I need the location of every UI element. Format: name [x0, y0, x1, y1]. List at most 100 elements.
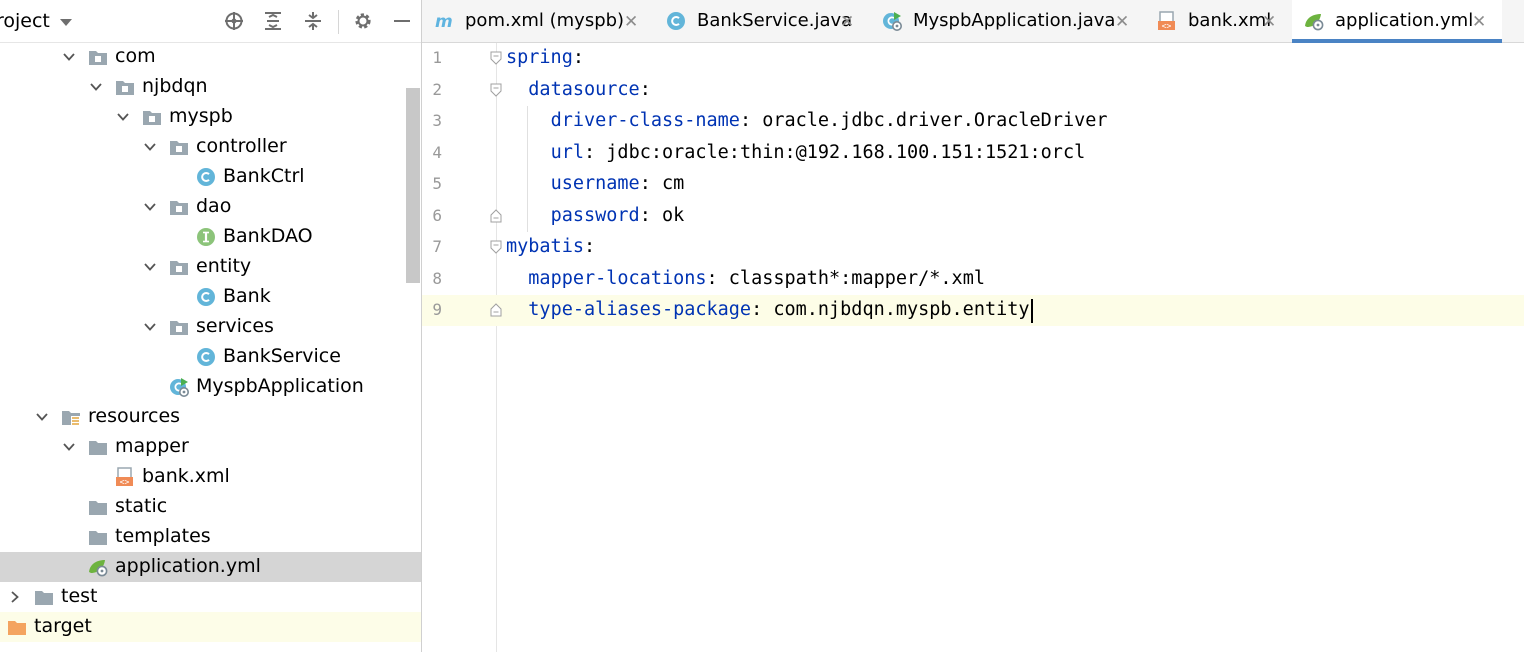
chevron-down-icon[interactable] — [144, 141, 156, 153]
code-line[interactable]: 7 mybatis: — [422, 232, 1524, 263]
tree-item-entity[interactable]: entity — [0, 252, 421, 282]
yaml-key: url — [550, 141, 585, 163]
line-number: 8 — [432, 268, 442, 288]
tree-item-services[interactable]: services — [0, 312, 421, 342]
tree-item-test[interactable]: test — [0, 582, 421, 612]
maven-icon: m — [435, 12, 453, 31]
tree-item-target[interactable]: target — [0, 612, 421, 642]
tab-bankservice-java[interactable]: BankService.java ✕ — [654, 0, 870, 42]
spring-class-icon — [883, 12, 902, 31]
fold-end-icon[interactable] — [490, 303, 502, 317]
tab-application-yml[interactable]: application.yml ✕ — [1292, 0, 1502, 43]
xml-icon: <> — [1158, 11, 1175, 31]
line-number: 9 — [432, 300, 442, 319]
tree-item-bankctrl[interactable]: BankCtrl — [0, 162, 421, 192]
code-editor[interactable]: 1 spring: 2 datasource: 3 driver-class-name: … — [422, 43, 1524, 652]
tab-myspbapplication-java[interactable]: MyspbApplication.java ✕ — [870, 0, 1145, 42]
fold-end-icon[interactable] — [490, 208, 502, 223]
chevron-down-icon[interactable] — [144, 201, 156, 213]
tree-item-bankdao[interactable]: BankDAO — [0, 222, 421, 252]
tree-item-com[interactable]: com — [0, 42, 421, 72]
chevron-down-icon[interactable] — [117, 111, 129, 123]
yaml-separator: : — [572, 47, 584, 68]
chevron-down-icon[interactable] — [144, 261, 156, 273]
code-line[interactable]: 6 password: ok — [422, 201, 1524, 232]
tree-item-bankservice[interactable]: BankService — [0, 342, 421, 372]
spring-class-icon — [170, 378, 189, 397]
chevron-down-icon[interactable] — [63, 51, 75, 63]
collapse-all-icon[interactable] — [303, 11, 323, 31]
tree-item-bank[interactable]: Bank — [0, 282, 421, 312]
tab-label: MyspbApplication.java — [913, 10, 1116, 31]
code-line[interactable]: 8 mapper-locations: classpath*:mapper/*.x… — [422, 264, 1524, 295]
project-toolbar: roject — [0, 0, 421, 43]
tree-item-label: myspb — [169, 105, 233, 127]
chevron-down-icon[interactable] — [36, 411, 48, 423]
tree-item-label: resources — [88, 405, 181, 427]
expand-all-icon[interactable] — [263, 11, 283, 31]
tree-item-bank-xml[interactable]: <> bank.xml — [0, 462, 421, 492]
yaml-key: password — [550, 204, 640, 226]
fold-open-icon[interactable] — [490, 83, 502, 97]
tree-item-dao[interactable]: dao — [0, 192, 421, 222]
chevron-right-icon[interactable] — [9, 591, 21, 603]
tab-bank-xml[interactable]: <> bank.xml ✕ — [1145, 0, 1292, 42]
yaml-separator: : — [739, 110, 752, 131]
tab-label: application.yml — [1335, 10, 1474, 31]
yaml-entry: url: jdbc:oracle:thin:@192.168.100.151:1… — [551, 142, 1086, 163]
class-icon — [197, 348, 215, 366]
tree-item-controller[interactable]: controller — [0, 132, 421, 162]
tree-item-njbdqn[interactable]: njbdqn — [0, 72, 421, 102]
chevron-down-icon[interactable] — [90, 81, 102, 93]
yaml-entry: mapper-locations: classpath*:mapper/*.xm… — [528, 268, 985, 289]
tree-item-myspbapplication[interactable]: MyspbApplication — [0, 372, 421, 402]
line-number: 4 — [432, 142, 442, 162]
yaml-entry: spring: — [506, 47, 584, 68]
yaml-key: type-aliases-package — [528, 299, 752, 320]
minimize-icon[interactable] — [392, 11, 412, 31]
project-view-title[interactable]: roject — [0, 10, 50, 32]
tree-item-label: dao — [196, 195, 232, 217]
fold-open-icon[interactable] — [490, 51, 502, 65]
yaml-entry: username: cm — [551, 173, 685, 194]
code-line[interactable]: 4 url: jdbc:oracle:thin:@192.168.100.151:… — [422, 138, 1524, 169]
line-number: 7 — [432, 237, 442, 256]
yaml-separator: : — [706, 267, 718, 289]
close-icon[interactable]: ✕ — [1472, 12, 1486, 32]
indent-guide — [527, 106, 529, 232]
tree-item-myspb[interactable]: myspb — [0, 102, 421, 132]
yaml-value: oracle.jdbc.driver.OracleDriver — [751, 110, 1108, 131]
tree-item-label: BankService — [223, 345, 341, 367]
tree-item-resources[interactable]: resources — [0, 402, 421, 432]
tree-item-static[interactable]: static — [0, 492, 421, 522]
code-line[interactable]: 1 spring: — [422, 43, 1524, 74]
close-icon[interactable]: ✕ — [1262, 12, 1276, 32]
folder-icon — [89, 531, 107, 545]
chevron-down-icon[interactable] — [144, 321, 156, 333]
yaml-value: classpath*:mapper/*.xml — [717, 267, 985, 289]
tree-item-application-yml[interactable]: application.yml — [0, 552, 421, 582]
locate-icon[interactable] — [224, 11, 244, 31]
tree-item-label: target — [34, 615, 92, 637]
close-icon[interactable]: ✕ — [624, 12, 638, 32]
code-line[interactable]: 9 type-aliases-package: com.njbdqn.myspb.… — [422, 295, 1524, 326]
close-icon[interactable]: ✕ — [1115, 12, 1129, 32]
tree-item-templates[interactable]: templates — [0, 522, 421, 552]
close-icon[interactable]: ✕ — [840, 12, 854, 32]
yaml-key: spring — [506, 47, 573, 68]
line-number: 5 — [432, 174, 442, 193]
folder-icon — [35, 591, 53, 605]
tree-item-mapper[interactable]: mapper — [0, 432, 421, 462]
yaml-separator: : — [639, 78, 651, 100]
code-line[interactable]: 5 username: cm — [422, 169, 1524, 200]
tab-pom-xml-myspb[interactable]: m pom.xml (myspb) ✕ — [422, 0, 654, 42]
gear-icon[interactable] — [353, 11, 373, 31]
text-caret — [1031, 299, 1034, 323]
yaml-entry: driver-class-name: oracle.jdbc.driver.Or… — [551, 110, 1108, 131]
code-line[interactable]: 2 datasource: — [422, 75, 1524, 106]
scrollbar-thumb[interactable] — [406, 88, 420, 283]
chevron-down-icon[interactable] — [60, 19, 72, 26]
fold-open-icon[interactable] — [490, 240, 502, 254]
chevron-down-icon[interactable] — [63, 441, 75, 453]
code-line[interactable]: 3 driver-class-name: oracle.jdbc.driver.O… — [422, 106, 1524, 137]
